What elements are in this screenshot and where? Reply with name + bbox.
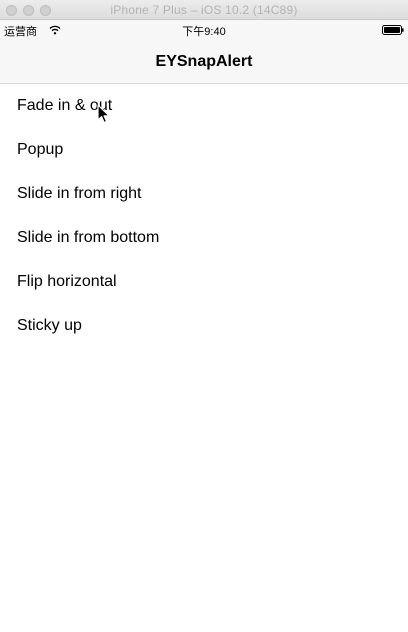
animation-list: Fade in & out Popup Slide in from right … (0, 84, 408, 348)
list-item-sticky-up[interactable]: Sticky up (0, 304, 408, 348)
navigation-area: 运营商 下午9:40 EYSnapAlert (0, 20, 408, 84)
simulator-window: iPhone 7 Plus – iOS 10.2 (14C89) 运营商 下午9… (0, 0, 408, 632)
battery-icon (382, 25, 404, 35)
list-item-slide-right[interactable]: Slide in from right (0, 172, 408, 216)
nav-title: EYSnapAlert (155, 53, 253, 70)
window-title: iPhone 7 Plus – iOS 10.2 (14C89) (110, 3, 298, 17)
status-time: 下午9:40 (182, 26, 226, 38)
window-titlebar: iPhone 7 Plus – iOS 10.2 (14C89) (0, 0, 408, 20)
list-item-fade[interactable]: Fade in & out (0, 84, 408, 128)
list-item-slide-bottom[interactable]: Slide in from bottom (0, 216, 408, 260)
status-bar: 运营商 下午9:40 (0, 20, 408, 40)
list-item-flip-horizontal[interactable]: Flip horizontal (0, 260, 408, 304)
mouse-pointer-icon (97, 104, 110, 124)
list-item-popup[interactable]: Popup (0, 128, 408, 172)
